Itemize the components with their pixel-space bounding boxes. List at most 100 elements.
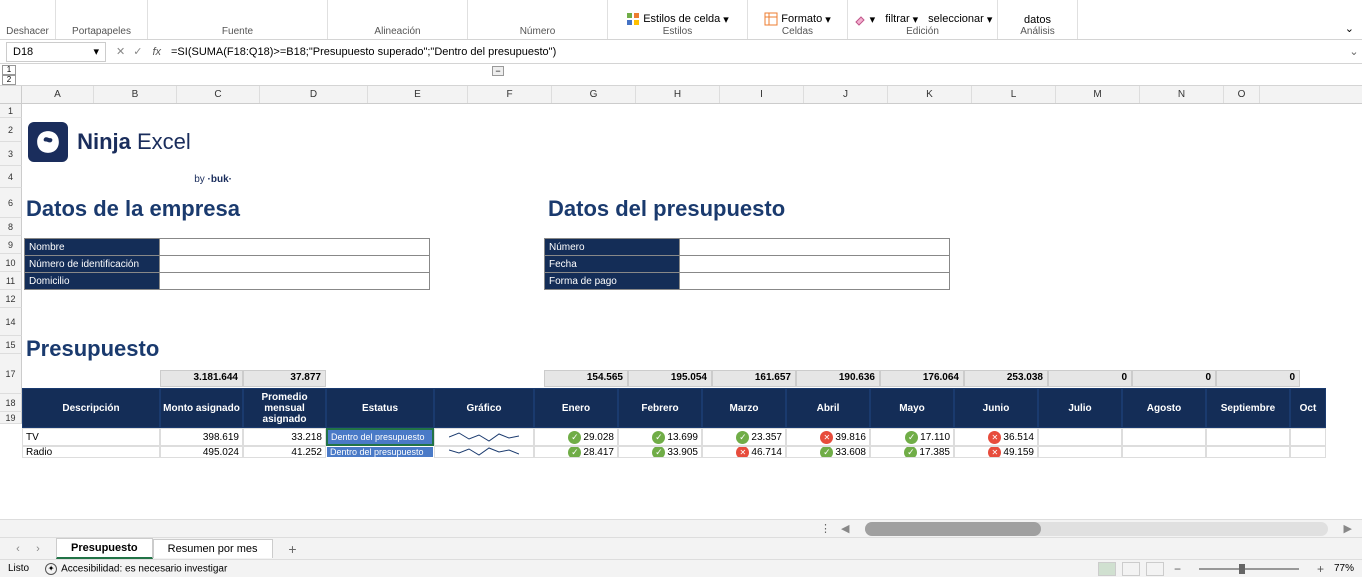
add-sheet-button[interactable]: + [283,541,303,557]
header-may[interactable]: Mayo [870,388,954,428]
col-header[interactable]: G [552,86,636,103]
col-header[interactable]: K [888,86,972,103]
fx-icon[interactable]: fx [152,46,161,58]
cell-month[interactable] [1290,446,1326,458]
header-apr[interactable]: Abril [786,388,870,428]
filter-dropdown[interactable]: filtrar▾ [885,12,918,26]
name-box[interactable]: D18 ▾ [6,42,106,62]
zoom-out-button[interactable]: − [1170,562,1185,576]
format-dropdown[interactable]: Formato ▾ [764,12,831,26]
select-dropdown[interactable]: seleccionar▾ [928,12,992,26]
col-header[interactable]: I [720,86,804,103]
cell-sparkline[interactable] [434,428,534,446]
accessibility-status[interactable]: ✦Accesibilidad: es necesario investigar [45,563,227,575]
total-may[interactable]: 176.064 [880,370,964,387]
header-amount[interactable]: Monto asignado [160,388,243,428]
col-header[interactable]: D [260,86,368,103]
cell-month[interactable]: 39.816 [786,428,870,446]
row-header[interactable]: 4 [0,166,22,188]
row-header[interactable]: 18 [0,394,22,412]
field-value[interactable] [160,273,430,290]
header-feb[interactable]: Febrero [618,388,702,428]
cell-month[interactable]: 36.514 [954,428,1038,446]
cell-month[interactable]: 33.905 [618,446,702,458]
cell-amount[interactable]: 495.024 [160,446,243,458]
total-jan[interactable]: 154.565 [544,370,628,387]
outline-collapse-button[interactable]: − [492,66,504,76]
view-normal-button[interactable] [1098,562,1116,576]
header-aug[interactable]: Agosto [1122,388,1206,428]
cell-month[interactable]: 49.159 [954,446,1038,458]
header-desc[interactable]: Descripción [22,388,160,428]
cell-month[interactable] [1290,428,1326,446]
header-chart[interactable]: Gráfico [434,388,534,428]
outline-level-1[interactable]: 1 [2,65,16,75]
cell-month[interactable] [1122,446,1206,458]
total-feb[interactable]: 195.054 [628,370,712,387]
sheet-tab-active[interactable]: Presupuesto [56,538,153,559]
tab-prev-button[interactable]: ‹ [10,541,26,557]
scroll-left-arrow[interactable]: ◀ [841,522,849,535]
total-avg[interactable]: 37.877 [243,370,326,387]
total-jul[interactable]: 0 [1048,370,1132,387]
col-header[interactable]: J [804,86,888,103]
scrollbar-thumb[interactable] [865,522,1041,536]
col-header[interactable]: F [468,86,552,103]
cell-month[interactable]: 17.385 [870,446,954,458]
col-header[interactable]: M [1056,86,1140,103]
cell-month[interactable] [1206,446,1290,458]
row-header[interactable]: 1 [0,104,22,118]
cell-desc[interactable]: Radio [22,446,160,458]
zoom-slider[interactable] [1199,568,1299,570]
cell-sparkline[interactable] [434,446,534,458]
zoom-in-button[interactable]: + [1313,562,1328,576]
col-header[interactable]: L [972,86,1056,103]
header-jan[interactable]: Enero [534,388,618,428]
field-value[interactable] [160,239,430,256]
formula-expand-button[interactable]: ⌄ [1346,45,1362,58]
field-value[interactable] [160,256,430,273]
cell-month[interactable]: 28.417 [534,446,618,458]
cell-month[interactable] [1122,428,1206,446]
header-oct[interactable]: Oct [1290,388,1326,428]
header-jul[interactable]: Julio [1038,388,1122,428]
cancel-icon[interactable]: ✕ [116,45,125,58]
total-aug[interactable]: 0 [1132,370,1216,387]
row-header[interactable]: 9 [0,236,22,254]
cell-avg[interactable]: 41.252 [243,446,326,458]
cell-month[interactable]: 23.357 [702,428,786,446]
cell-styles-dropdown[interactable]: Estilos de celda ▾ [626,12,729,26]
row-header[interactable]: 11 [0,272,22,290]
row-header[interactable]: 19 [0,412,22,424]
row-header[interactable]: 15 [0,336,22,354]
tab-next-button[interactable]: › [30,541,46,557]
col-header[interactable]: C [177,86,260,103]
cell-month[interactable]: 33.608 [786,446,870,458]
cell-desc[interactable]: TV [22,428,160,446]
header-sep[interactable]: Septiembre [1206,388,1290,428]
field-value[interactable] [680,256,950,273]
zoom-level[interactable]: 77% [1334,563,1354,574]
cell-amount[interactable]: 398.619 [160,428,243,446]
cell-month[interactable] [1206,428,1290,446]
cell-month[interactable]: 46.714 [702,446,786,458]
col-header[interactable]: N [1140,86,1224,103]
outline-level-2[interactable]: 2 [2,75,16,85]
cell-month[interactable] [1038,446,1122,458]
total-apr[interactable]: 190.636 [796,370,880,387]
cell-month[interactable]: 13.699 [618,428,702,446]
cell-month[interactable]: 29.028 [534,428,618,446]
row-header[interactable]: 10 [0,254,22,272]
header-status[interactable]: Estatus [326,388,434,428]
field-value[interactable] [680,239,950,256]
col-header[interactable]: H [636,86,720,103]
total-sep[interactable]: 0 [1216,370,1300,387]
formula-input[interactable] [167,44,1346,60]
sheet-tab[interactable]: Resumen por mes [153,539,273,558]
header-jun[interactable]: Junio [954,388,1038,428]
clear-dropdown[interactable]: ▾ [853,12,876,26]
row-header[interactable]: 6 [0,188,22,218]
view-page-break-button[interactable] [1146,562,1164,576]
cell-status[interactable]: Dentro del presupuesto [326,446,434,458]
accept-icon[interactable]: ✓ [133,45,142,58]
